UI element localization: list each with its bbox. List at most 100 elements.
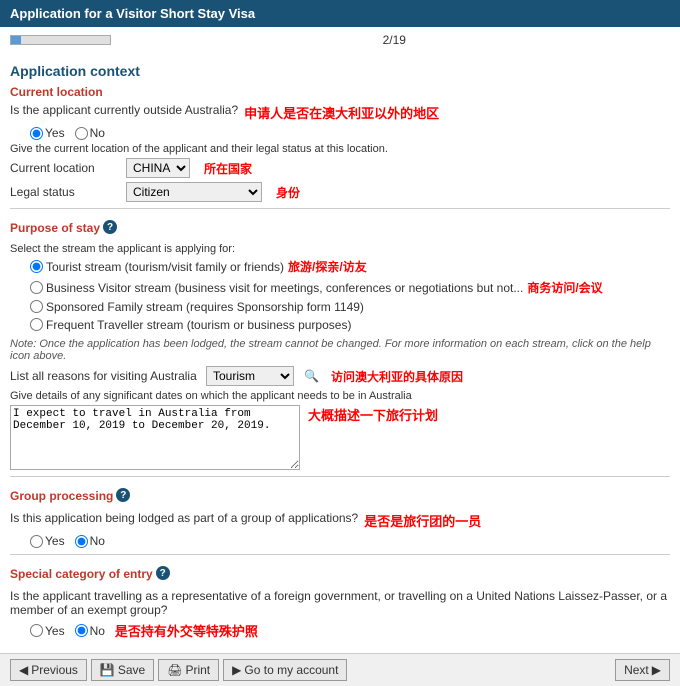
frequent-stream-label[interactable]: Frequent Traveller stream (tourism or bu… [30,318,351,332]
special-yes-radio[interactable] [30,624,43,637]
status-annotation: 身份 [276,184,300,201]
next-icon: ▶ [652,663,661,677]
sponsored-stream-text: Sponsored Family stream (requires Sponso… [46,300,364,314]
sponsored-stream-label[interactable]: Sponsored Family stream (requires Sponso… [30,300,364,314]
status-select[interactable]: Citizen Permanent Resident Temporary Res… [126,182,262,202]
save-button[interactable]: 💾 Save [91,659,154,681]
stream-note: Note: Once the application has been lodg… [10,338,670,362]
group-no-label[interactable]: No [75,534,105,548]
group-question-row: Is this application being lodged as part… [10,511,670,530]
purpose-select-label: Select the stream the applicant is apply… [10,243,670,255]
page-number: 2/19 [119,33,670,47]
special-help-icon[interactable]: ? [156,566,170,580]
location-field-label: Current location [10,161,120,175]
sponsored-stream-row: Sponsored Family stream (requires Sponso… [30,300,670,314]
group-yes-radio[interactable] [30,535,43,548]
reason-icon[interactable]: 🔍 [304,369,319,383]
previous-label: Previous [31,663,78,677]
business-radio[interactable] [30,281,43,294]
frequent-stream-row: Frequent Traveller stream (tourism or bu… [30,318,670,332]
print-label: Print [185,663,210,677]
progress-bar-track [10,35,111,45]
outside-australia-annotation: 申请人是否在澳大利亚以外的地区 [244,103,439,122]
legal-status-field-row: Legal status Citizen Permanent Resident … [10,182,670,202]
special-category-title: Special category of entry [10,567,153,581]
outside-yes-radio[interactable] [30,127,43,140]
print-icon: 🖨 [167,663,182,677]
progress-bar-fill [11,36,21,44]
outside-no-text: No [90,126,105,140]
group-yes-label[interactable]: Yes [30,534,65,548]
outside-no-radio[interactable] [75,127,88,140]
business-stream-text: Business Visitor stream (business visit … [46,281,523,295]
tourist-stream-label[interactable]: Tourist stream (tourism/visit family or … [30,260,284,274]
group-yes-text: Yes [45,534,65,548]
current-location-title: Current location [10,85,670,99]
current-location-section: Current location Is the applicant curren… [10,85,670,202]
bottom-bar: ◀ Previous 💾 Save 🖨 Print ▶ Go to my acc… [0,653,680,686]
account-icon: ▶ [232,663,241,677]
previous-button[interactable]: ◀ Previous [10,659,87,681]
divider-1 [10,208,670,209]
reasons-select[interactable]: Tourism Business Family Visit [206,366,294,386]
title-bar: Application for a Visitor Short Stay Vis… [0,0,680,27]
tourist-annotation: 旅游/探亲/访友 [288,258,367,275]
group-processing-title: Group processing [10,489,113,503]
frequent-radio[interactable] [30,318,43,331]
business-stream-label[interactable]: Business Visitor stream (business visit … [30,281,523,295]
special-annotation: 是否持有外交等特殊护照 [115,621,258,640]
special-no-radio[interactable] [75,624,88,637]
outside-australia-radio-group: Yes No [30,126,670,140]
special-category-section: Special category of entry ? Is the appli… [10,561,670,640]
location-description: Give the current location of the applica… [10,143,670,155]
group-help-icon[interactable]: ? [116,488,130,502]
list-reasons-row: List all reasons for visiting Australia … [10,366,670,386]
go-to-account-label: Go to my account [244,663,338,677]
next-label: Next [624,663,649,677]
group-processing-section: Group processing ? Is this application b… [10,483,670,548]
special-no-label[interactable]: No [75,624,105,638]
purpose-help-icon[interactable]: ? [103,220,117,234]
location-select[interactable]: CHINA Other [126,158,190,178]
group-annotation: 是否是旅行团的一员 [364,511,481,530]
special-no-text: No [90,624,105,638]
special-yes-text: Yes [45,624,65,638]
group-no-radio[interactable] [75,535,88,548]
outside-yes-label[interactable]: Yes [30,126,65,140]
print-button[interactable]: 🖨 Print [158,659,219,681]
divider-2 [10,476,670,477]
sponsored-radio[interactable] [30,300,43,313]
dates-textarea[interactable]: I expect to travel in Australia from Dec… [10,405,300,470]
outside-australia-question: Is the applicant currently outside Austr… [10,103,670,122]
business-annotation: 商务访问/会议 [527,279,602,296]
group-radio-group: Yes No [30,534,670,548]
previous-icon: ◀ [19,663,28,677]
purpose-title: Purpose of stay [10,221,100,235]
list-reasons-label: List all reasons for visiting Australia [10,369,200,383]
special-question-text: Is the applicant travelling as a represe… [10,589,670,617]
go-to-account-button[interactable]: ▶ Go to my account [223,659,347,681]
location-annotation: 所在国家 [204,160,252,177]
special-question-row: Is the applicant travelling as a represe… [10,589,670,617]
tourist-stream-row: Tourist stream (tourism/visit family or … [30,258,670,275]
group-question-text: Is this application being lodged as part… [10,511,358,525]
status-field-label: Legal status [10,185,120,199]
purpose-of-stay-section: Purpose of stay ? Select the stream the … [10,215,670,470]
special-yes-label[interactable]: Yes [30,624,65,638]
current-location-field-row: Current location CHINA Other 所在国家 [10,158,670,178]
outside-no-label[interactable]: No [75,126,105,140]
stream-options: Tourist stream (tourism/visit family or … [30,258,670,334]
save-icon: 💾 [100,663,115,677]
progress-bar-container: 2/19 [0,27,680,53]
frequent-stream-text: Frequent Traveller stream (tourism or bu… [46,318,351,332]
dates-area-row: I expect to travel in Australia from Dec… [10,405,670,470]
tourist-radio[interactable] [30,260,43,273]
reasons-annotation: 访问澳大利亚的具体原因 [331,368,463,385]
save-label: Save [118,663,145,677]
group-no-text: No [90,534,105,548]
tourist-stream-text: Tourist stream (tourism/visit family or … [46,260,284,274]
title-text: Application for a Visitor Short Stay Vis… [10,6,255,21]
next-button[interactable]: Next ▶ [615,659,670,681]
section-application-context: Application context [10,63,670,79]
divider-3 [10,554,670,555]
